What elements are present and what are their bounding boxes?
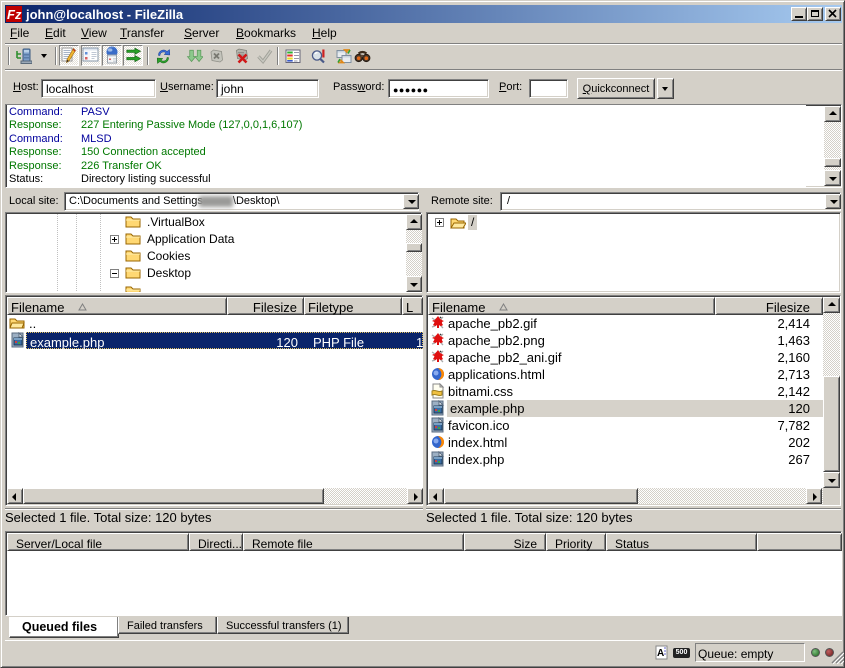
svg-text:A: A — [657, 648, 664, 659]
svg-text:Fz: Fz — [7, 7, 22, 22]
